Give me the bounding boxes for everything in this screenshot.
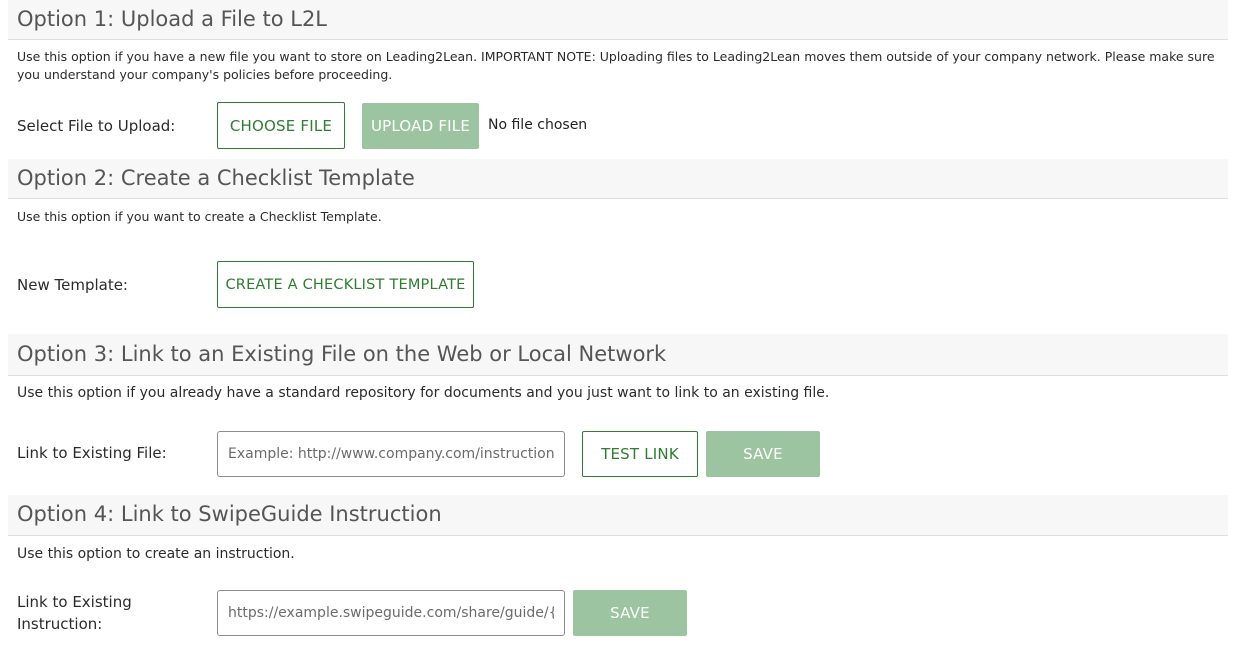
option4-field-label: Link to Existing Instruction: [17,593,132,633]
option3-header: Option 3: Link to an Existing File on th… [8,334,1228,376]
option3-section: Option 3: Link to an Existing File on th… [8,334,1228,494]
upload-file-button[interactable]: UPLOAD FILE [362,103,479,149]
option4-header: Option 4: Link to SwipeGuide Instruction [8,495,1228,536]
swipeguide-link-input[interactable] [217,590,565,636]
option3-title: Option 3: Link to an Existing File on th… [17,342,667,366]
option1-title: Option 1: Upload a File to L2L [17,7,328,31]
option1-field-label: Select File to Upload: [17,117,176,135]
option2-title: Option 2: Create a Checklist Template [17,166,415,190]
test-link-button[interactable]: TEST LINK [582,431,698,477]
option2-field-label: New Template: [17,276,128,294]
option2-description: Use this option if you want to create a … [17,209,382,224]
option1-description: Use this option if you have a new file y… [17,49,1215,82]
option1-section: Option 1: Upload a File to L2L Use this … [8,0,1228,155]
existing-file-link-input[interactable] [217,431,565,477]
option4-section: Option 4: Link to SwipeGuide Instruction… [8,495,1228,655]
option2-section: Option 2: Create a Checklist Template Us… [8,159,1228,334]
create-checklist-template-button[interactable]: CREATE A CHECKLIST TEMPLATE [217,261,474,308]
option3-field-label: Link to Existing File: [17,444,167,462]
option4-description: Use this option to create an instruction… [17,546,295,562]
option4-title: Option 4: Link to SwipeGuide Instruction [17,502,442,526]
file-status-text: No file chosen [488,117,588,133]
choose-file-button[interactable]: CHOOSE FILE [217,102,345,149]
save-link-button[interactable]: SAVE [706,431,820,477]
option2-header: Option 2: Create a Checklist Template [8,159,1228,199]
option1-header: Option 1: Upload a File to L2L [8,0,1228,40]
save-instruction-button[interactable]: SAVE [573,590,687,636]
option3-description: Use this option if you already have a st… [17,385,830,401]
